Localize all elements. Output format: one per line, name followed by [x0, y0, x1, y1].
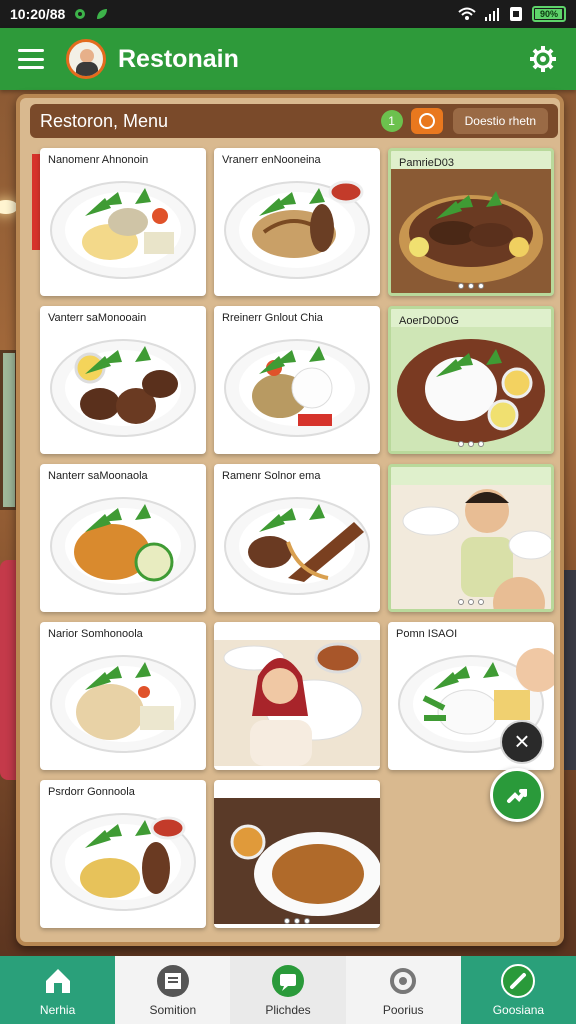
battery-level: 90% — [539, 9, 558, 19]
close-button[interactable]: × — [500, 720, 544, 764]
nav-label: Goosiana — [492, 1003, 545, 1017]
plate-rice2-illustration — [50, 655, 196, 753]
nav-label: Poorius — [382, 1003, 424, 1017]
home-icon — [45, 969, 70, 993]
menu-item-title: Pomn ISAOI — [396, 628, 458, 640]
nav-label: Plichdes — [265, 1003, 311, 1017]
nav-item-plichdes[interactable]: Plichdes — [230, 956, 346, 1024]
category-marker — [32, 154, 40, 250]
app-title: Restonain — [118, 44, 239, 73]
menu-item-title: Rreinerr Gnlout Chia — [222, 312, 323, 324]
nav-item-poorius[interactable]: Poorius — [345, 956, 461, 1024]
menu-hamburger-icon[interactable] — [18, 49, 44, 69]
plate-mix-illustration — [50, 813, 196, 911]
menu-item-title: Nanomenr Ahnonoin — [48, 154, 149, 166]
nav-label: Somition — [149, 1003, 197, 1017]
menu-item-title: Psrdorr Gonnoola — [48, 786, 135, 798]
basket-meat-illustration — [391, 169, 551, 293]
plate-noodle-illustration — [224, 180, 370, 279]
menu-item-card[interactable]: PamrieD03 — [388, 148, 554, 296]
menu-panel: Restoron, Menu 1 Doestio rhetn Nanomenr … — [16, 94, 564, 946]
notification-icon — [75, 9, 86, 19]
menu-item-card[interactable]: Ramenr Solnor ema — [214, 464, 380, 612]
nav-label: Nerhia — [39, 1003, 76, 1017]
menu-item-card[interactable]: Rreinerr Gnlout Chia — [214, 306, 380, 454]
wifi-icon — [458, 7, 476, 20]
call-button[interactable] — [490, 768, 544, 822]
menu-count-badge: 1 — [380, 110, 403, 132]
menu-item-card[interactable] — [214, 780, 380, 928]
menu-title: Restoron, Menu — [40, 110, 169, 131]
menu-book-icon — [156, 965, 189, 997]
restaurant-logo — [66, 39, 106, 79]
menu-item-card[interactable] — [388, 464, 554, 612]
menu-filter-button[interactable]: Doestio rhetn — [452, 108, 548, 134]
signal-icon — [485, 8, 499, 21]
plate-chicken-illustration — [224, 497, 370, 595]
battery-indicator: 90% — [532, 6, 566, 22]
menu-item-title: Vranerr enNooneina — [222, 154, 321, 166]
nav-item-goosiana[interactable]: Goosiana — [460, 956, 576, 1024]
phone-icon — [501, 964, 536, 998]
app-bar: Restonain — [0, 28, 576, 90]
menu-item-title: Narior Somhonoola — [48, 628, 143, 640]
menu-item-title: Vanterr saMonooain — [48, 312, 147, 324]
status-bar: 10:20/88 90% — [0, 0, 576, 28]
woman-illustration — [214, 640, 380, 766]
nav-item-somition[interactable]: Somition — [115, 956, 231, 1024]
plate-meat-illustration — [50, 339, 196, 437]
nav-item-nerhia[interactable]: Nerhia — [0, 956, 116, 1024]
menu-item-card[interactable] — [214, 622, 380, 770]
menu-header: Restoron, Menu 1 Doestio rhetn — [30, 104, 558, 138]
fried-illustration — [214, 798, 380, 924]
bottom-navigation: Nerhia Somition Plichdes Poorius Goosiana — [0, 956, 576, 1024]
menu-item-card[interactable]: Nanterr saMoonaola — [40, 464, 206, 612]
leaf-icon — [97, 9, 108, 19]
menu-item-card[interactable]: AoerD0D0G — [388, 306, 554, 454]
carousel-dots[interactable] — [458, 283, 484, 289]
people-illustration — [391, 485, 551, 609]
menu-item-title: Nanterr saMoonaola — [48, 470, 148, 482]
bowl-rice-illustration — [391, 327, 551, 451]
sim-icon — [510, 7, 522, 21]
menu-item-card[interactable]: Vanterr saMonooain — [40, 306, 206, 454]
status-time: 10:20/88 — [10, 6, 66, 22]
menu-item-card[interactable]: Nanomenr Ahnonoin — [40, 148, 206, 296]
view-toggle-button[interactable] — [410, 108, 443, 134]
menu-item-title: AoerD0D0G — [399, 315, 459, 327]
plate-curry-illustration — [50, 497, 196, 595]
plate-salad-illustration — [224, 339, 370, 437]
settings-icon — [390, 968, 417, 994]
phone-icon — [507, 789, 527, 803]
settings-gear-icon[interactable] — [528, 44, 558, 74]
carousel-dots[interactable] — [458, 599, 484, 605]
plate-rice-illustration — [50, 181, 196, 279]
diner-figure-right — [562, 570, 576, 770]
carousel-dots[interactable] — [458, 441, 484, 447]
menu-item-card[interactable]: Narior Somhonoola — [40, 622, 206, 770]
menu-item-title: PamrieD03 — [399, 157, 455, 169]
menu-item-title: Ramenr Solnor ema — [222, 470, 321, 482]
menu-item-card[interactable]: Vranerr enNooneina — [214, 148, 380, 296]
carousel-dots[interactable] — [284, 918, 310, 924]
menu-item-card[interactable]: Psrdorr Gonnoola — [40, 780, 206, 928]
chat-icon — [272, 965, 304, 997]
